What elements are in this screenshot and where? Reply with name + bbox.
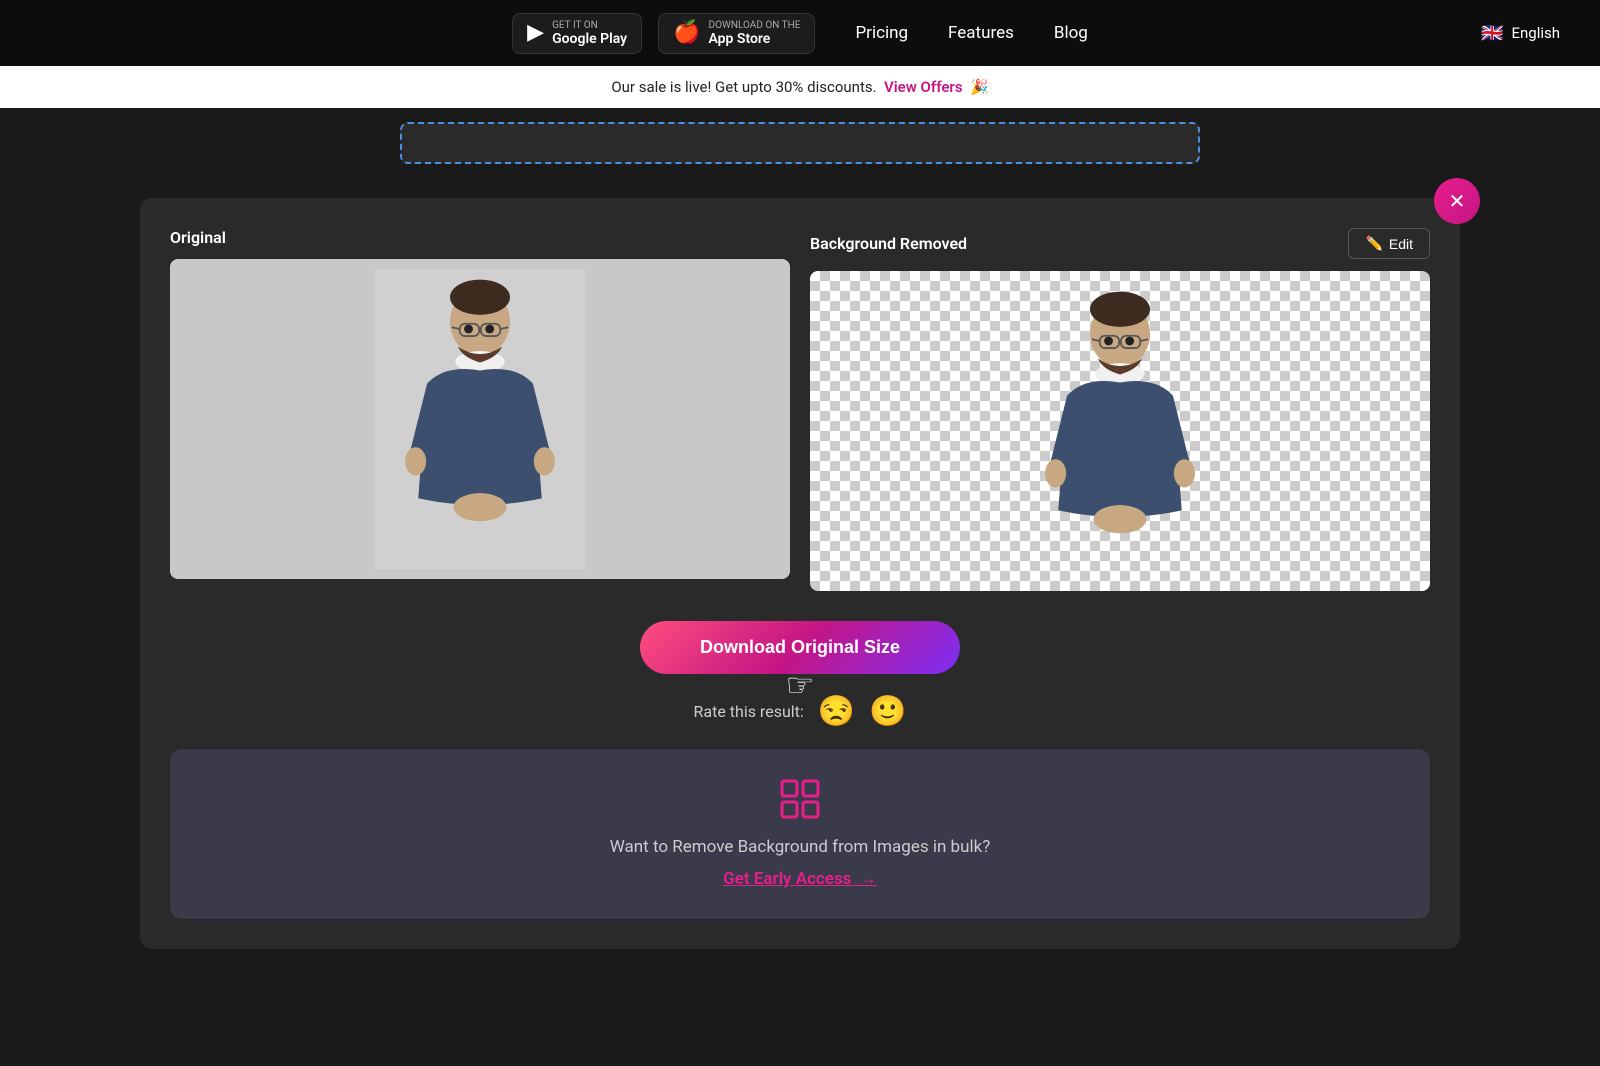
- store-buttons: ▶ GET IT ON Google Play 🍎 Download on th…: [512, 13, 815, 54]
- nav-right: 🇬🇧 English: [1481, 23, 1560, 44]
- bg-removed-title: Background Removed: [810, 234, 967, 253]
- original-header: Original: [170, 228, 790, 247]
- nav-blog[interactable]: Blog: [1054, 23, 1088, 43]
- result-container: ✕ Original: [140, 198, 1460, 949]
- language-label[interactable]: English: [1511, 24, 1560, 42]
- google-play-sublabel: GET IT ON: [552, 20, 627, 31]
- original-image: [170, 259, 790, 579]
- app-store-label: App Store: [709, 31, 801, 47]
- nav-links: Pricing Features Blog: [855, 23, 1087, 43]
- rate-label: Rate this result:: [694, 702, 804, 721]
- main-content: ✕ Original: [0, 178, 1600, 989]
- bulk-cta-text: Want to Remove Background from Images in…: [200, 837, 1400, 857]
- app-store-sublabel: Download on the: [709, 20, 801, 31]
- nav-pricing[interactable]: Pricing: [855, 23, 908, 43]
- edit-button[interactable]: ✏️ Edit: [1348, 228, 1430, 259]
- bg-removed-panel: Background Removed ✏️ Edit: [810, 228, 1430, 591]
- view-offers-link[interactable]: View Offers: [884, 78, 963, 96]
- original-title: Original: [170, 228, 226, 247]
- original-panel: Original: [170, 228, 790, 591]
- upload-bar-area: [0, 108, 1600, 178]
- rating-area: Rate this result: 😒 🙂: [694, 694, 907, 729]
- sale-banner-text: Our sale is live! Get upto 30% discounts…: [611, 78, 876, 96]
- rating-bad-emoji[interactable]: 😒: [818, 694, 855, 729]
- bg-removed-header: Background Removed ✏️ Edit: [810, 228, 1430, 259]
- edit-pencil-icon: ✏️: [1365, 235, 1382, 252]
- edit-button-label: Edit: [1389, 236, 1413, 252]
- bulk-cta-icon: [200, 779, 1400, 827]
- top-nav: ▶ GET IT ON Google Play 🍎 Download on th…: [0, 0, 1600, 66]
- original-person-svg: [360, 269, 600, 569]
- download-area: Download Original Size ☞ Rate this resul…: [170, 621, 1430, 729]
- google-play-button[interactable]: ▶ GET IT ON Google Play: [512, 13, 642, 54]
- bulk-cta: Want to Remove Background from Images in…: [170, 749, 1430, 919]
- download-button-label: Download Original Size: [700, 637, 900, 657]
- image-comparison: Original: [170, 228, 1430, 591]
- arrow-icon: →: [860, 869, 877, 889]
- bulk-icon-svg: [780, 779, 820, 819]
- download-button[interactable]: Download Original Size: [640, 621, 960, 674]
- google-play-label: Google Play: [552, 31, 627, 47]
- nav-features[interactable]: Features: [948, 23, 1014, 43]
- early-access-label: Get Early Access: [723, 869, 851, 889]
- google-play-text: GET IT ON Google Play: [552, 20, 627, 47]
- apple-icon: 🍎: [673, 22, 700, 44]
- rating-good-emoji[interactable]: 🙂: [869, 694, 906, 729]
- close-icon: ✕: [1449, 189, 1466, 214]
- get-early-access-link[interactable]: Get Early Access →: [723, 869, 877, 889]
- upload-bar[interactable]: [400, 122, 1200, 164]
- close-button[interactable]: ✕: [1434, 178, 1480, 224]
- sale-banner-emoji: 🎉: [970, 78, 989, 96]
- app-store-button[interactable]: 🍎 Download on the App Store: [658, 13, 815, 54]
- bg-removed-image: [810, 271, 1430, 591]
- language-flag-icon: 🇬🇧: [1481, 23, 1503, 44]
- google-play-icon: ▶: [527, 22, 544, 44]
- sale-banner: Our sale is live! Get upto 30% discounts…: [0, 66, 1600, 108]
- app-store-text: Download on the App Store: [709, 20, 801, 47]
- bg-removed-person-svg: [1000, 281, 1240, 581]
